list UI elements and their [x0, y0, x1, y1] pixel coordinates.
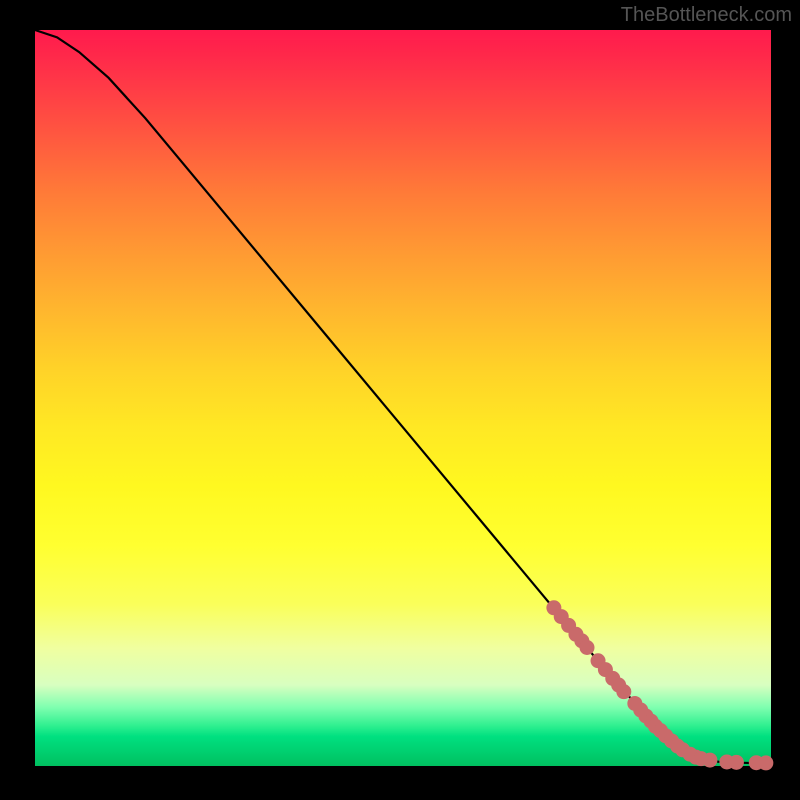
- data-point: [758, 755, 773, 770]
- watermark-text: TheBottleneck.com: [621, 4, 792, 27]
- curve-line: [35, 30, 771, 763]
- data-points-group: [546, 600, 773, 770]
- data-point: [729, 755, 744, 770]
- chart-plot-area: [35, 30, 771, 766]
- data-point: [616, 684, 631, 699]
- data-point: [702, 753, 717, 768]
- data-point: [580, 640, 595, 655]
- chart-svg: [35, 30, 771, 766]
